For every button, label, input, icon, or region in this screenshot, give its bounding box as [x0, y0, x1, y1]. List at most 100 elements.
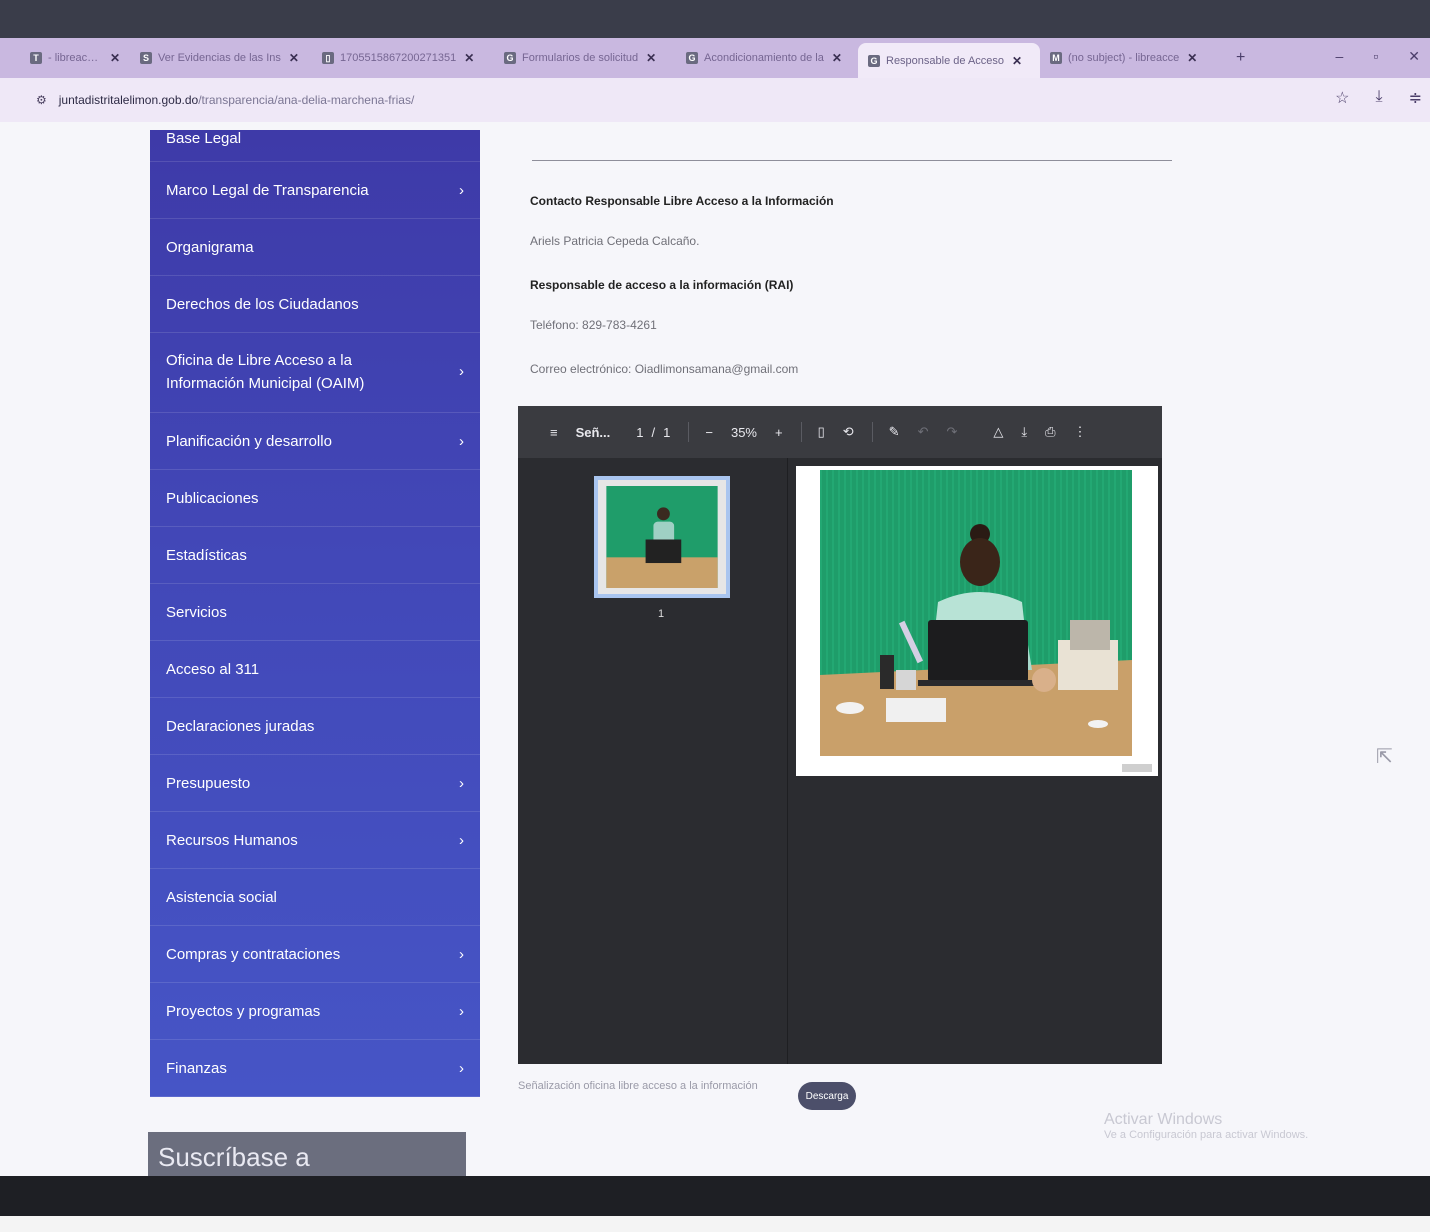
download-button[interactable]: Descarga [798, 1082, 856, 1110]
tab-title: (no subject) - libreacce [1068, 52, 1180, 64]
sidebar-item-label: Oficina de Libre Acceso a la Información… [166, 352, 365, 392]
close-tab-icon[interactable]: ✕ [646, 51, 656, 65]
sidebar-item[interactable]: Acceso al 311 [150, 641, 480, 698]
pdf-page-logo [1122, 764, 1152, 772]
zoom-out-button[interactable]: − [705, 425, 713, 440]
tab-title: - libreaccesoi: [48, 52, 102, 64]
sidebar-item-label: Acceso al 311 [166, 660, 260, 678]
section-divider [532, 160, 1172, 161]
new-tab-button[interactable]: + [1236, 49, 1245, 67]
zoom-level[interactable]: 35% [731, 425, 757, 440]
sidebar-item[interactable]: Declaraciones juradas [150, 698, 480, 755]
sidebar-item-label: Planificación y desarrollo [166, 432, 332, 450]
browser-tab[interactable]: T - libreaccesoi: ✕ [20, 43, 130, 73]
bookmark-star-icon[interactable]: ☆ [1335, 88, 1349, 108]
fit-page-icon[interactable]: ▯ [818, 424, 825, 440]
chevron-right-icon: › [459, 181, 464, 199]
tab-title: Ver Evidencias de las Ins [158, 52, 281, 64]
sidebar-item-label: Compras y contrataciones [166, 945, 341, 963]
pdf-page-total: 1 [663, 424, 671, 440]
browser-tab[interactable]: G Responsable de Acceso ✕ [858, 43, 1040, 79]
tab-title: 1705515867200271351 [340, 52, 457, 64]
sidebar-item[interactable]: Finanzas › [150, 1040, 480, 1097]
monitor-bezel-top [0, 0, 1430, 38]
sidebar-item[interactable]: Compras y contrataciones › [150, 926, 480, 983]
sidebar-item-label: Base Legal [166, 130, 242, 147]
sidebar-item[interactable]: Presupuesto › [150, 755, 480, 812]
sidebar-item-label: Servicios [166, 603, 227, 621]
chevron-right-icon: › [459, 831, 464, 849]
print-icon[interactable]: ⎙ [1045, 424, 1055, 440]
sidebar-item-label: Recursos Humanos [166, 831, 298, 849]
close-tab-icon[interactable]: ✕ [289, 51, 299, 65]
restore-icon[interactable]: ▫ [1373, 48, 1378, 65]
drive-icon[interactable]: △ [993, 424, 1003, 440]
pdf-viewer: ≡ Señ... 1 / 1 − 35% + ▯ ⟲ ✎ ↶ ↷ △ ⤓ ⎙ ⋮ [518, 406, 1162, 1064]
sidebar-item[interactable]: Publicaciones [150, 470, 480, 527]
responsable-photo [820, 470, 1132, 756]
sidebar-item[interactable]: Derechos de los Ciudadanos [150, 276, 480, 333]
close-window-icon[interactable]: ✕ [1408, 48, 1420, 65]
sidebar-item-label: Publicaciones [166, 489, 259, 507]
sidebar-item-label: Derechos de los Ciudadanos [166, 295, 359, 313]
tab-strip: T - libreaccesoi: ✕ S Ver Evidencias de las … [0, 38, 1430, 79]
close-tab-icon[interactable]: ✕ [1187, 51, 1197, 65]
sidebar-item[interactable]: Asistencia social [150, 869, 480, 926]
document-title-link[interactable]: Señalización oficina libre acceso a la i… [518, 1080, 758, 1092]
page-thumbnail[interactable] [594, 476, 730, 598]
pdf-menu-icon[interactable]: ≡ [550, 425, 558, 440]
address-bar: ⚙ juntadistritalelimon.gob.do/transparen… [0, 78, 1430, 122]
pdf-toolbar-divider [800, 422, 802, 442]
pdf-download-icon[interactable]: ⤓ [1021, 424, 1027, 440]
phone-text: Teléfono: 829-783-4261 [530, 318, 657, 332]
browser-tab[interactable]: ▯ 1705515867200271351 ✕ [312, 43, 494, 73]
more-options-icon[interactable]: ⋮ [1074, 424, 1087, 440]
pdf-page-sep: / [651, 424, 656, 440]
email-text: Correo electrónico: Oiadlimonsamana@gmai… [530, 362, 799, 376]
sidebar-item[interactable]: Planificación y desarrollo › [150, 413, 480, 470]
close-tab-icon[interactable]: ✕ [110, 51, 120, 65]
tab-title: Acondicionamiento de la [704, 52, 824, 64]
undo-icon[interactable]: ↶ [918, 424, 929, 440]
extensions-icon[interactable]: ≑ [1409, 88, 1422, 108]
sidebar-item[interactable]: Oficina de Libre Acceso a la Información… [150, 333, 480, 413]
browser-tab[interactable]: G Formularios de solicitud ✕ [494, 43, 676, 73]
tab-favicon-icon: S [140, 52, 152, 64]
web-page: Base Legal Marco Legal de Transparencia › O… [0, 122, 1430, 1192]
download-icon[interactable]: ⤓ [1376, 88, 1383, 108]
activate-subtitle: Ve a Configuración para activar Windows. [1104, 1129, 1309, 1142]
close-tab-icon[interactable]: ✕ [1012, 54, 1022, 68]
sidebar-item[interactable]: Estadísticas [150, 527, 480, 584]
sidebar-item[interactable]: Servicios [150, 584, 480, 641]
url-path: /transparencia/ana-delia-marchena-frias/ [198, 93, 415, 107]
tab-title: Responsable de Acceso [886, 55, 1005, 67]
browser-tab[interactable]: S Ver Evidencias de las Ins ✕ [130, 43, 312, 73]
tab-favicon-icon: G [868, 55, 880, 67]
sidebar-item[interactable]: Marco Legal de Transparencia › [150, 162, 480, 219]
chevron-right-icon: › [459, 945, 464, 963]
rotate-icon[interactable]: ⟲ [843, 424, 854, 440]
browser-tab[interactable]: M (no subject) - libreacce ✕ [1040, 43, 1222, 73]
minimize-icon[interactable]: – [1336, 48, 1344, 65]
activate-title: Activar Windows [1104, 1111, 1223, 1128]
annotate-icon[interactable]: ✎ [889, 424, 900, 440]
chevron-right-icon: › [459, 1059, 464, 1077]
sidebar-item-label: Proyectos y programas [166, 1002, 321, 1020]
browser-tab[interactable]: G Acondicionamiento de la ✕ [676, 43, 858, 73]
zoom-in-button[interactable]: + [775, 425, 783, 440]
monitor-bezel-bottom [0, 1176, 1430, 1232]
close-tab-icon[interactable]: ✕ [464, 51, 474, 65]
sidebar-item[interactable]: Organigrama [150, 219, 480, 276]
redo-icon[interactable]: ↷ [946, 424, 957, 440]
sidebar-item[interactable]: Recursos Humanos › [150, 812, 480, 869]
pdf-page-current[interactable]: 1 [636, 425, 643, 440]
sidebar-item[interactable]: Base Legal [150, 130, 480, 162]
sidebar-item-label: Asistencia social [166, 888, 277, 906]
window-controls: – ▫ ✕ [1336, 48, 1421, 65]
close-tab-icon[interactable]: ✕ [832, 51, 842, 65]
pdf-toolbar-divider [688, 422, 690, 442]
url-field[interactable]: juntadistritalelimon.gob.do/transparenci… [59, 93, 415, 107]
sidebar-item[interactable]: Proyectos y programas › [150, 983, 480, 1040]
site-settings-icon[interactable]: ⚙ [36, 93, 47, 107]
tab-favicon-icon: G [504, 52, 516, 64]
